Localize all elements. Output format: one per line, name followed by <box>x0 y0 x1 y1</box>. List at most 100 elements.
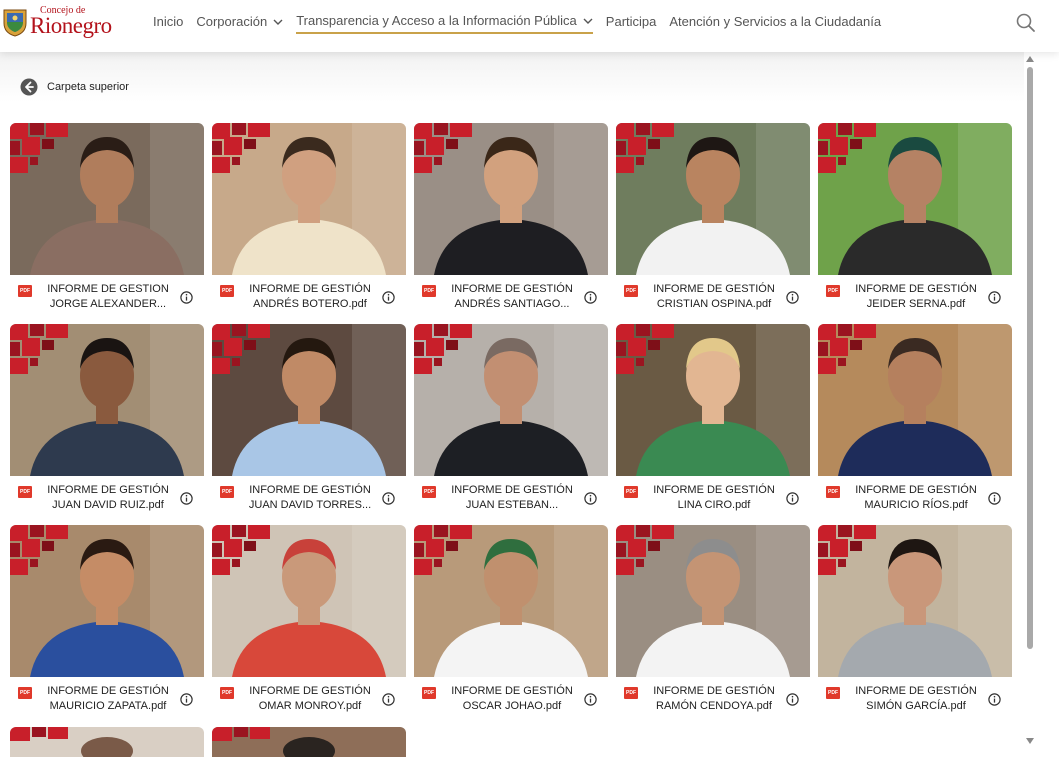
file-card[interactable]: PDF INFORME DE GESTIÓN JUAN DAVID RUIZ.p… <box>10 324 204 517</box>
file-thumbnail[interactable] <box>616 324 810 476</box>
info-icon[interactable] <box>180 492 193 505</box>
info-icon[interactable] <box>786 693 799 706</box>
file-label-row[interactable]: PDF INFORME DE GESTIÓN LINA CIRO.pdf <box>616 476 810 517</box>
file-name[interactable]: INFORME DE GESTIÓN JUAN DAVID RUIZ.pdf <box>40 483 176 513</box>
scroll-down-icon[interactable] <box>1026 738 1034 744</box>
info-icon[interactable] <box>584 291 597 304</box>
file-card[interactable]: PDF INFORME DE GESTIÓN LINA CIRO.pdf <box>616 324 810 517</box>
file-label-row[interactable]: PDF INFORME DE GESTIÓN MAURICIO ZAPATA.p… <box>10 677 204 718</box>
info-icon[interactable] <box>584 693 597 706</box>
info-icon[interactable] <box>786 492 799 505</box>
file-name-line2: ANDRÉS SANTIAGO... <box>454 298 570 310</box>
vertical-scrollbar[interactable] <box>1024 52 1036 784</box>
info-icon[interactable] <box>988 693 1001 706</box>
info-icon[interactable] <box>584 492 597 505</box>
file-card[interactable]: PDF INFORME DE GESTIÓN RAMÓN CENDOYA.pdf <box>616 525 810 718</box>
pdf-file-icon: PDF <box>220 285 234 297</box>
nav-item-inicio[interactable]: Inicio <box>153 14 183 33</box>
info-icon[interactable] <box>382 693 395 706</box>
nav-item-transparencia[interactable]: Transparencia y Acceso a la Información … <box>296 13 593 34</box>
file-thumbnail[interactable] <box>616 123 810 275</box>
file-card[interactable]: PDF INFORME DE GESTION JORGE ALEXANDER..… <box>10 123 204 316</box>
file-name[interactable]: INFORME DE GESTIÓN JUAN ESTEBAN... <box>444 483 580 513</box>
file-name-line2: LINA CIRO.pdf <box>677 499 751 511</box>
file-thumbnail[interactable] <box>414 123 608 275</box>
file-card[interactable]: PDF INFORME DE GESTIÓN OSCAR JOHAO.pdf <box>414 525 608 718</box>
file-thumbnail[interactable] <box>212 525 406 677</box>
file-thumbnail[interactable] <box>10 324 204 476</box>
site-logo[interactable]: Concejo de Rionegro <box>2 6 112 37</box>
info-icon[interactable] <box>180 291 193 304</box>
nav-item-participa[interactable]: Participa <box>606 14 657 33</box>
file-label-row[interactable]: PDF INFORME DE GESTIÓN JUAN DAVID TORRES… <box>212 476 406 517</box>
file-name[interactable]: INFORME DE GESTIÓN MAURICIO RÍOS.pdf <box>848 483 984 513</box>
file-name[interactable]: INFORME DE GESTIÓN OMAR MONROY.pdf <box>242 684 378 714</box>
file-name[interactable]: INFORME DE GESTION JORGE ALEXANDER... <box>40 282 176 312</box>
file-label-row[interactable]: PDF INFORME DE GESTIÓN JUAN DAVID RUIZ.p… <box>10 476 204 517</box>
file-label-row[interactable]: PDF INFORME DE GESTIÓN OMAR MONROY.pdf <box>212 677 406 718</box>
file-thumbnail[interactable] <box>818 525 1012 677</box>
file-name[interactable]: INFORME DE GESTIÓN JEIDER SERNA.pdf <box>848 282 984 312</box>
file-name-line2: JUAN DAVID TORRES... <box>248 499 372 511</box>
file-card[interactable]: PDF INFORME DE GESTIÓN JUAN ESTEBAN... <box>414 324 608 517</box>
file-label-row[interactable]: PDF INFORME DE GESTIÓN MAURICIO RÍOS.pdf <box>818 476 1012 517</box>
file-name-line1: INFORME DE GESTIÓN <box>249 484 371 496</box>
file-name[interactable]: INFORME DE GESTIÓN SIMÓN GARCÍA.pdf <box>848 684 984 714</box>
file-name[interactable]: INFORME DE GESTIÓN ANDRÉS BOTERO.pdf <box>242 282 378 312</box>
file-thumbnail[interactable] <box>212 123 406 275</box>
file-thumbnail[interactable] <box>616 525 810 677</box>
pdf-file-icon: PDF <box>422 285 436 297</box>
file-card-partial[interactable] <box>10 727 204 757</box>
info-icon[interactable] <box>786 291 799 304</box>
file-label-row[interactable]: PDF INFORME DE GESTION JORGE ALEXANDER..… <box>10 275 204 316</box>
file-thumbnail[interactable] <box>10 123 204 275</box>
info-icon[interactable] <box>988 291 1001 304</box>
info-icon[interactable] <box>382 492 395 505</box>
file-label-row[interactable]: PDF INFORME DE GESTIÓN SIMÓN GARCÍA.pdf <box>818 677 1012 718</box>
file-thumbnail[interactable] <box>10 525 204 677</box>
file-card[interactable]: PDF INFORME DE GESTIÓN JUAN DAVID TORRES… <box>212 324 406 517</box>
file-label-row[interactable]: PDF INFORME DE GESTIÓN ANDRÉS SANTIAGO..… <box>414 275 608 316</box>
file-card-partial[interactable] <box>212 727 406 757</box>
brand-decoration <box>818 324 876 374</box>
nav-item-atencion[interactable]: Atención y Servicios a la Ciudadanía <box>669 14 881 33</box>
scrollbar-thumb[interactable] <box>1027 67 1033 649</box>
file-thumbnail[interactable] <box>212 324 406 476</box>
file-thumbnail[interactable] <box>414 324 608 476</box>
nav-item-corporacion[interactable]: Corporación <box>196 14 283 33</box>
file-label-row[interactable]: PDF INFORME DE GESTIÓN RAMÓN CENDOYA.pdf <box>616 677 810 718</box>
file-card[interactable]: PDF INFORME DE GESTIÓN SIMÓN GARCÍA.pdf <box>818 525 1012 718</box>
search-icon[interactable] <box>1015 12 1037 34</box>
file-name[interactable]: INFORME DE GESTIÓN JUAN DAVID TORRES... <box>242 483 378 513</box>
file-card[interactable]: PDF INFORME DE GESTIÓN MAURICIO RÍOS.pdf <box>818 324 1012 517</box>
file-card[interactable]: PDF INFORME DE GESTIÓN ANDRÉS BOTERO.pdf <box>212 123 406 316</box>
file-card[interactable]: PDF INFORME DE GESTIÓN MAURICIO ZAPATA.p… <box>10 525 204 718</box>
file-thumbnail[interactable] <box>818 324 1012 476</box>
parent-folder-link[interactable]: Carpeta superior <box>20 78 129 96</box>
file-label-row[interactable]: PDF INFORME DE GESTIÓN JEIDER SERNA.pdf <box>818 275 1012 316</box>
file-card[interactable]: PDF INFORME DE GESTIÓN ANDRÉS SANTIAGO..… <box>414 123 608 316</box>
file-name[interactable]: INFORME DE GESTIÓN MAURICIO ZAPATA.pdf <box>40 684 176 714</box>
file-name-line2: JORGE ALEXANDER... <box>49 298 167 310</box>
file-name[interactable]: INFORME DE GESTIÓN RAMÓN CENDOYA.pdf <box>646 684 782 714</box>
file-thumbnail[interactable] <box>414 525 608 677</box>
file-label-row[interactable]: PDF INFORME DE GESTIÓN OSCAR JOHAO.pdf <box>414 677 608 718</box>
file-label-row[interactable]: PDF INFORME DE GESTIÓN ANDRÉS BOTERO.pdf <box>212 275 406 316</box>
info-icon[interactable] <box>180 693 193 706</box>
file-name[interactable]: INFORME DE GESTIÓN ANDRÉS SANTIAGO... <box>444 282 580 312</box>
file-name-line1: INFORME DE GESTIÓN <box>855 484 977 496</box>
file-card[interactable]: PDF INFORME DE GESTIÓN OMAR MONROY.pdf <box>212 525 406 718</box>
file-thumbnail <box>212 727 406 757</box>
file-thumbnail[interactable] <box>818 123 1012 275</box>
scroll-up-icon[interactable] <box>1026 56 1034 62</box>
file-name[interactable]: INFORME DE GESTIÓN LINA CIRO.pdf <box>646 483 782 513</box>
file-name[interactable]: INFORME DE GESTIÓN OSCAR JOHAO.pdf <box>444 684 580 714</box>
file-label-row[interactable]: PDF INFORME DE GESTIÓN JUAN ESTEBAN... <box>414 476 608 517</box>
file-card[interactable]: PDF INFORME DE GESTIÓN JEIDER SERNA.pdf <box>818 123 1012 316</box>
info-icon[interactable] <box>382 291 395 304</box>
file-name-line1: INFORME DE GESTIÓN <box>653 484 775 496</box>
file-label-row[interactable]: PDF INFORME DE GESTIÓN CRISTIAN OSPINA.p… <box>616 275 810 316</box>
file-card[interactable]: PDF INFORME DE GESTIÓN CRISTIAN OSPINA.p… <box>616 123 810 316</box>
info-icon[interactable] <box>988 492 1001 505</box>
file-name[interactable]: INFORME DE GESTIÓN CRISTIAN OSPINA.pdf <box>646 282 782 312</box>
